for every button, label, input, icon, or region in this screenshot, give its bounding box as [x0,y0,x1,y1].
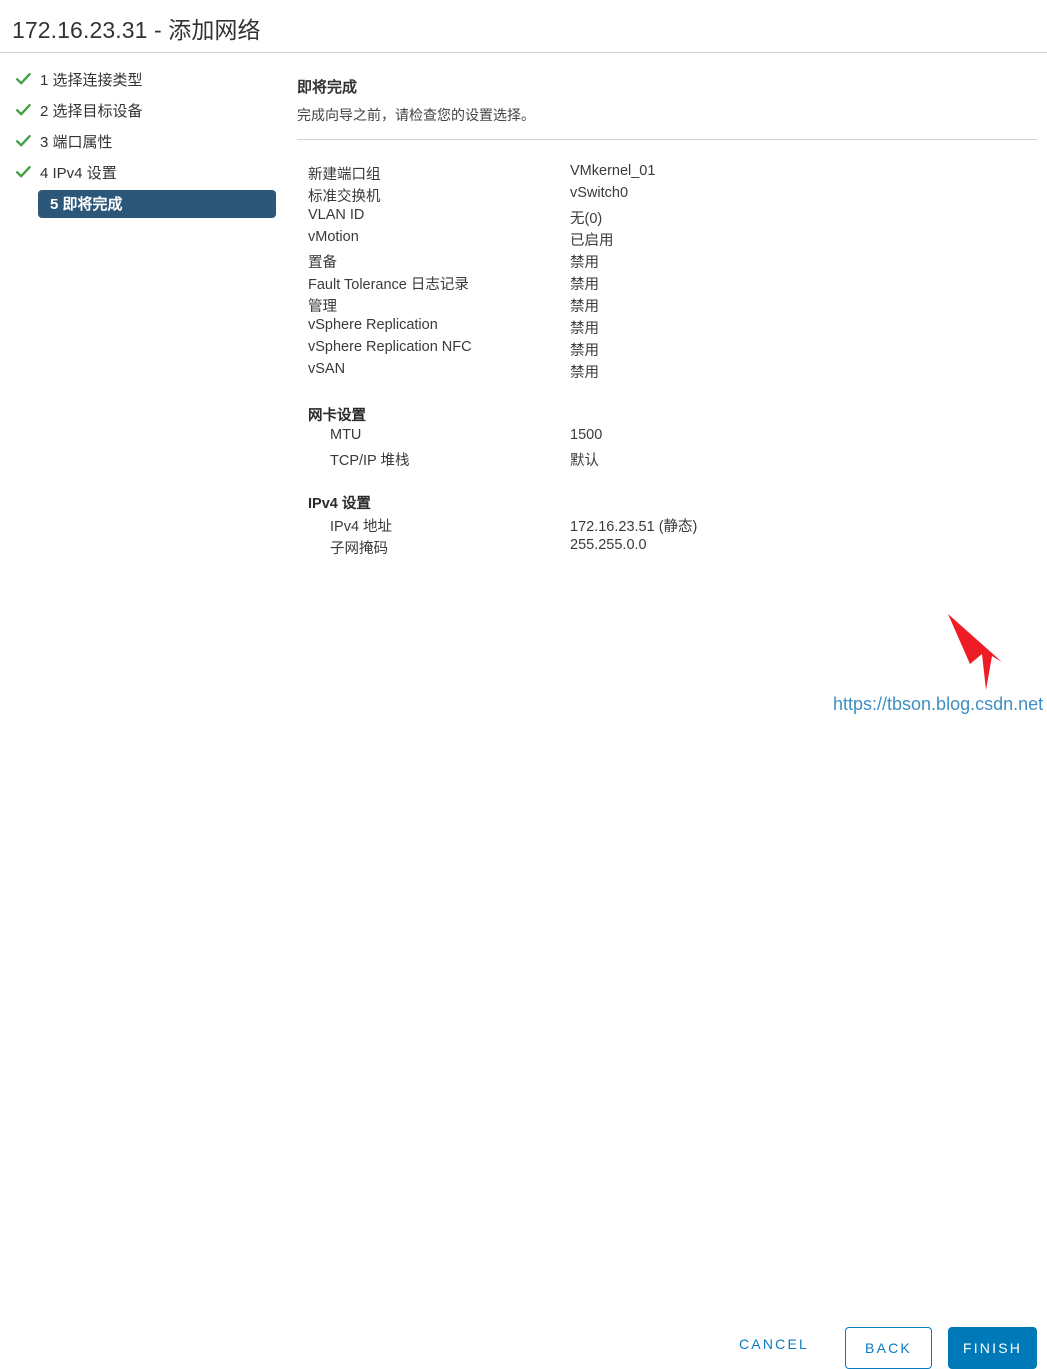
summary-row-label: VLAN ID [308,207,365,223]
summary-row: vSphere Replication 禁用 [308,317,1047,339]
summary-row-value: 禁用 [570,277,599,293]
wizard-footer: CANCEL BACK FINISH [0,660,1047,1369]
panel-heading: 即将完成 [297,79,358,96]
summary-row-label: MTU [330,427,362,443]
summary-row: 置备 禁用 [308,251,1047,273]
summary-row: MTU 1500 [308,427,1047,449]
summary-row-label: vSAN [308,361,346,377]
finish-button[interactable]: FINISH [948,1327,1037,1369]
summary-row-value: 172.16.23.51 (静态) [570,519,698,535]
summary-row-value: 禁用 [570,343,599,359]
summary-row: Fault Tolerance 日志记录 禁用 [308,273,1047,295]
summary-row: vSAN 禁用 [308,361,1047,383]
check-icon [16,104,36,117]
summary-row-label: 标准交换机 [308,189,381,205]
wizard-steps-nav: 1 选择连接类型 2 选择目标设备 3 端口属性 4 IPv4 设置 5 即将完成 [0,64,290,219]
summary-row-value: 1500 [570,427,603,443]
summary-row: vSphere Replication NFC 禁用 [308,339,1047,361]
wizard-step-label: 2 选择目标设备 [40,103,143,120]
summary-row: TCP/IP 堆栈 默认 [308,449,1047,471]
wizard-step-label: 3 端口属性 [40,134,113,151]
main-panel: 即将完成 完成向导之前，请检查您的设置选择。 新建端口组 VMkernel_01 标… [290,64,1047,559]
wizard-step-3[interactable]: 3 端口属性 [0,126,290,157]
wizard-step-label: 4 IPv4 设置 [40,165,117,182]
summary-section-title: IPv4 设置 [308,496,371,512]
summary-row-value: vSwitch0 [570,185,629,201]
summary-list: 新建端口组 VMkernel_01 标准交换机 vSwitch0 VLAN ID 无(0)… [290,163,1047,559]
check-icon [16,73,36,86]
summary-row-value: VMkernel_01 [570,163,656,179]
summary-row: 管理 禁用 [308,295,1047,317]
summary-row-label: 新建端口组 [308,167,381,183]
wizard-step-5[interactable]: 5 即将完成 [0,188,290,219]
summary-row-value: 已启用 [570,233,614,249]
wizard-step-label: 5 即将完成 [50,196,123,213]
summary-row-label: Fault Tolerance 日志记录 [308,277,469,293]
summary-row-value: 禁用 [570,321,599,337]
summary-row-label: vMotion [308,229,359,245]
panel-subheading: 完成向导之前，请检查您的设置选择。 [297,107,535,123]
summary-row: vMotion 已启用 [308,229,1047,251]
check-icon [16,166,36,179]
summary-row-label: vSphere Replication NFC [308,339,472,355]
title-divider [0,52,1047,53]
summary-row-value: 禁用 [570,299,599,315]
summary-row-value: 255.255.0.0 [570,537,647,553]
summary-row-label: 子网掩码 [330,541,388,557]
summary-row-label: TCP/IP 堆栈 [330,453,410,469]
wizard-step-1[interactable]: 1 选择连接类型 [0,64,290,95]
summary-row-label: 置备 [308,255,337,271]
summary-row: 子网掩码 255.255.0.0 [308,537,1047,559]
summary-row-label: vSphere Replication [308,317,438,333]
summary-row: VLAN ID 无(0) [308,207,1047,229]
summary-row-value: 默认 [570,453,599,469]
summary-row-label: 管理 [308,299,337,315]
wizard-step-4[interactable]: 4 IPv4 设置 [0,157,290,188]
back-button[interactable]: BACK [845,1327,932,1369]
check-icon [16,135,36,148]
wizard-step-label: 1 选择连接类型 [40,72,143,89]
summary-row: 新建端口组 VMkernel_01 [308,163,1047,185]
panel-divider [297,139,1037,140]
page-title: 172.16.23.31 - 添加网络 [12,17,261,43]
summary-row: 标准交换机 vSwitch0 [308,185,1047,207]
summary-row: IPv4 地址 172.16.23.51 (静态) [308,515,1047,537]
summary-section-title: 网卡设置 [308,408,366,424]
summary-section: 网卡设置 MTU 1500 TCP/IP 堆栈 默认 [308,404,1047,471]
summary-row-value: 无(0) [570,211,603,227]
cancel-button[interactable]: CANCEL [739,1336,809,1352]
summary-row-label: IPv4 地址 [330,519,393,535]
summary-row-value: 禁用 [570,365,599,381]
summary-section: IPv4 设置 IPv4 地址 172.16.23.51 (静态) 子网掩码 255.2… [308,492,1047,559]
summary-row-value: 禁用 [570,255,599,271]
wizard-step-2[interactable]: 2 选择目标设备 [0,95,290,126]
